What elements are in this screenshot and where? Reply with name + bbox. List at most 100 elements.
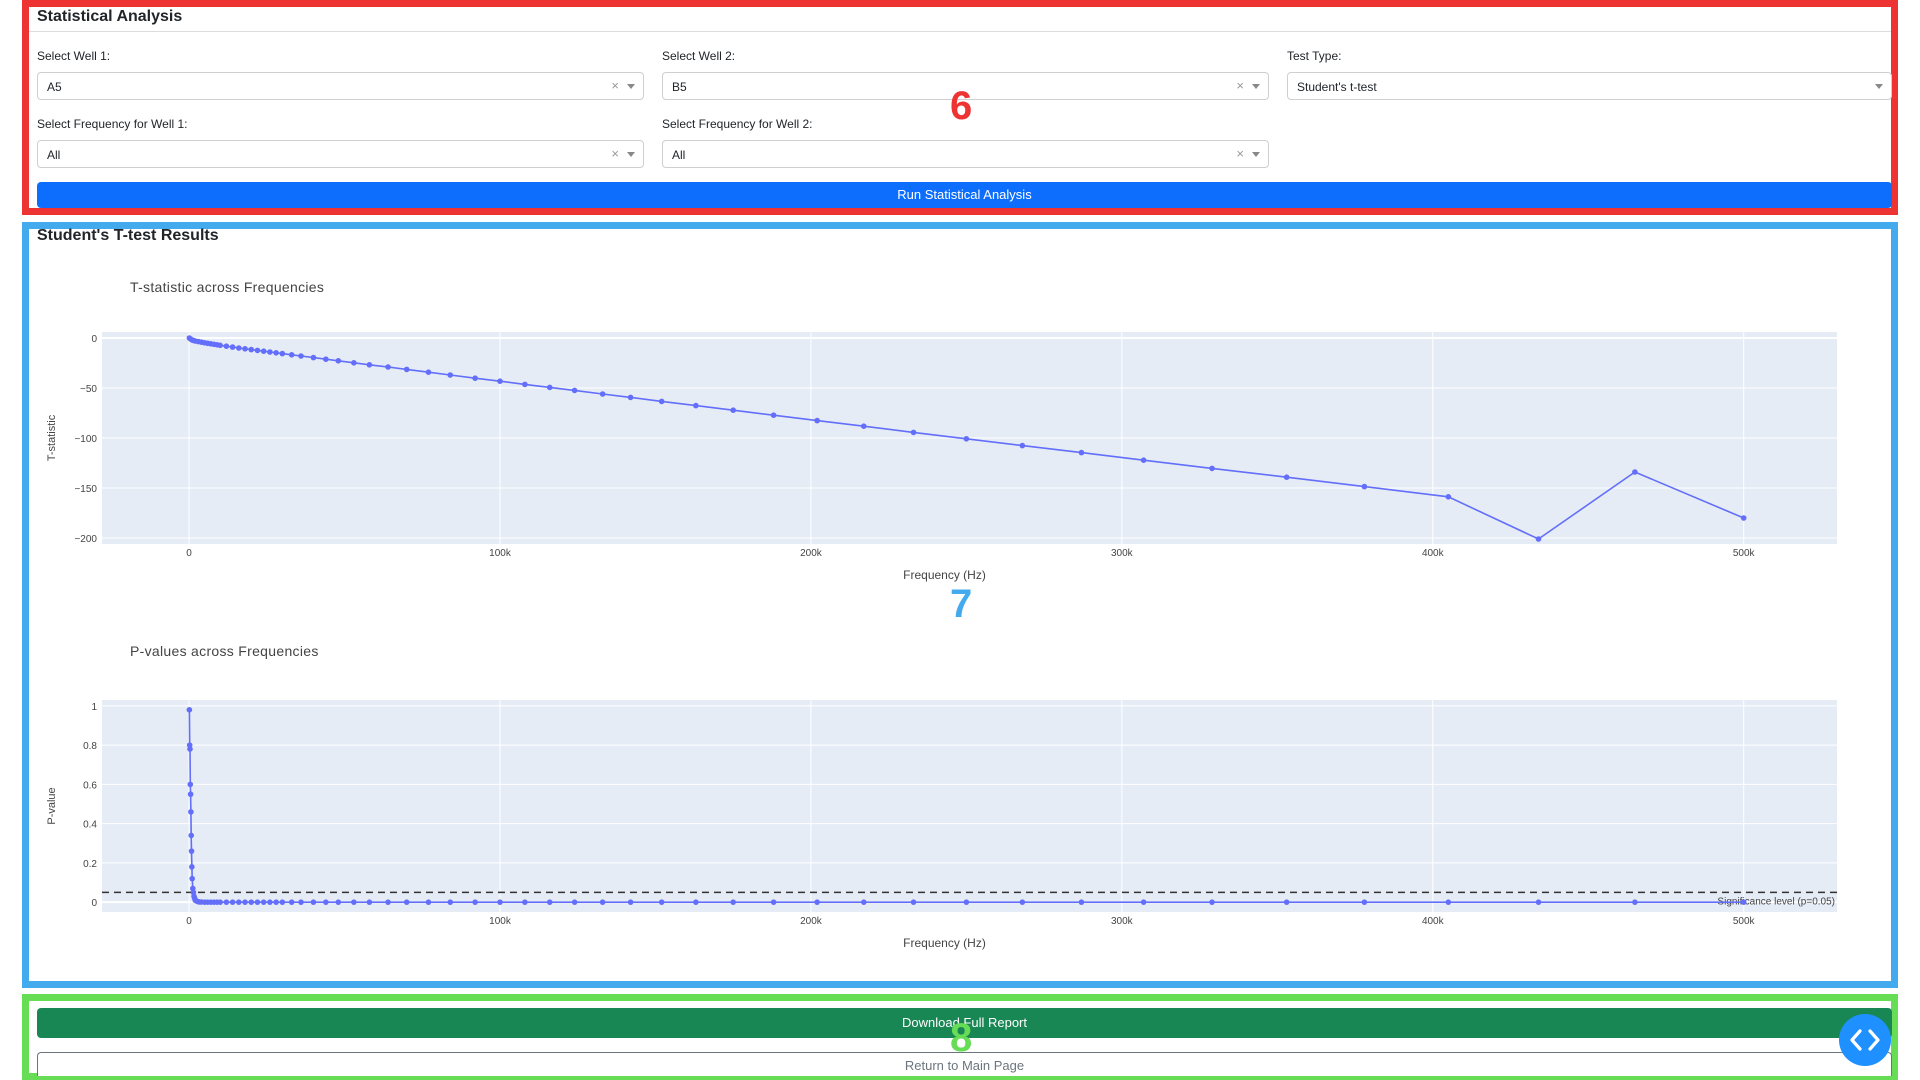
- test-type-label: Test Type:: [1287, 49, 1342, 63]
- tstat-data-point: [814, 417, 820, 424]
- pvalue-data-point: [522, 899, 528, 905]
- tstat-y-tick-label: −100: [74, 434, 97, 445]
- tstat-chart: 0 100k 200k 300k 400k 500k 0 −50 −100 −150 −200 Fre…: [46, 332, 1837, 582]
- tstat-x-tick-label: 500k: [1733, 548, 1756, 559]
- pvalue-data-point: [217, 899, 223, 905]
- pvalue-data-point: [1632, 899, 1638, 905]
- pvalue-data-point: [425, 899, 432, 905]
- tstat-y-axis-label: T-statistic: [46, 414, 58, 461]
- well2-label: Select Well 2:: [662, 49, 736, 63]
- pvalue-data-point: [248, 899, 255, 905]
- tstat-x-tick-label: 300k: [1111, 548, 1134, 559]
- tstat-data-point: [1361, 483, 1368, 490]
- tstat-data-point: [472, 375, 478, 381]
- tstat-data-point: [298, 353, 304, 359]
- tstat-data-point: [323, 356, 329, 362]
- tstat-data-point: [223, 343, 230, 349]
- well2-chevron-down-icon[interactable]: [1252, 84, 1260, 89]
- run-analysis-button[interactable]: Run Statistical Analysis: [37, 182, 1892, 208]
- tstat-data-point: [310, 354, 317, 361]
- tstat-data-point: [1209, 465, 1215, 472]
- pvalue-data-point: [335, 899, 342, 905]
- pvalue-data-point: [242, 899, 248, 905]
- pvalue-data-point: [385, 899, 391, 905]
- tstat-y-tick-label: −150: [74, 484, 97, 495]
- tstat-data-point: [366, 362, 373, 368]
- pvalue-data-point: [267, 899, 273, 905]
- tstat-data-point: [288, 352, 295, 358]
- tstat-data-point: [217, 342, 223, 349]
- freq2-clear-icon[interactable]: ×: [1236, 146, 1244, 161]
- tstat-data-point: [351, 360, 357, 366]
- tstat-x-tick-label: 0: [186, 548, 192, 559]
- tstat-data-point: [730, 407, 736, 413]
- tstat-y-tick-label: −50: [80, 384, 97, 395]
- pvalue-data-point: [189, 864, 195, 870]
- pvalue-data-point: [1740, 899, 1747, 905]
- tstat-data-point: [627, 394, 634, 401]
- pvalue-data-point: [189, 875, 195, 882]
- pvalue-data-point: [229, 899, 236, 905]
- pvalue-data-point: [187, 791, 194, 798]
- tstat-data-point: [267, 349, 273, 355]
- pvalue-x-tick-label: 400k: [1422, 916, 1445, 927]
- well2-clear-icon[interactable]: ×: [1236, 78, 1244, 93]
- tstat-x-tick-label: 400k: [1422, 548, 1445, 559]
- tstat-y-tick-label: −200: [74, 534, 97, 545]
- pvalue-data-point: [366, 899, 373, 905]
- pvalue-data-point: [288, 899, 295, 905]
- tstat-data-point: [910, 429, 917, 436]
- pvalue-x-tick-label: 100k: [489, 916, 512, 927]
- freq1-select[interactable]: All ×: [37, 140, 644, 168]
- pvalue-x-tick-label: 300k: [1111, 916, 1134, 927]
- pvalue-data-point: [627, 899, 634, 905]
- card-header-divider: [29, 31, 1891, 32]
- well2-select-value: B5: [672, 80, 687, 94]
- pvalue-data-point: [963, 899, 970, 905]
- pvalue-data-point: [188, 832, 195, 839]
- code-brackets-icon[interactable]: [1839, 1014, 1891, 1066]
- pvalue-data-point: [658, 899, 665, 905]
- pvalue-data-point: [571, 899, 578, 905]
- tstat-data-point: [1283, 474, 1290, 480]
- pvalue-data-point: [1283, 899, 1290, 905]
- pvalue-data-point: [403, 899, 410, 905]
- freq1-clear-icon[interactable]: ×: [611, 146, 619, 161]
- tstat-data-point: [279, 350, 286, 357]
- pvalue-data-point: [187, 746, 193, 752]
- pvalue-data-point: [1535, 899, 1542, 905]
- test-type-select[interactable]: Student's t-test: [1287, 72, 1892, 100]
- pvalue-chart: 0 100k 200k 300k 400k 500k00.20.40.60.81Signi…: [46, 700, 1837, 950]
- freq1-chevron-down-icon[interactable]: [627, 152, 635, 157]
- pvalue-y-tick-label: 0.6: [83, 780, 97, 791]
- test-type-chevron-down-icon[interactable]: [1875, 84, 1883, 89]
- tstat-x-axis-label: Frequency (Hz): [903, 568, 986, 582]
- tstat-y-tick-label: 0: [91, 334, 97, 345]
- pvalue-data-point: [323, 899, 329, 905]
- freq1-select-value: All: [47, 148, 61, 162]
- freq1-label: Select Frequency for Well 1:: [37, 117, 188, 131]
- pvalue-y-tick-label: 1: [91, 702, 97, 713]
- pvalue-data-point: [1140, 899, 1147, 905]
- pvalue-data-point: [236, 899, 242, 905]
- pvalue-data-point: [1209, 899, 1215, 905]
- well1-clear-icon[interactable]: ×: [611, 78, 619, 93]
- well1-select[interactable]: A5 ×: [37, 72, 644, 100]
- pvalue-x-tick-label: 500k: [1733, 916, 1756, 927]
- freq2-chevron-down-icon[interactable]: [1252, 152, 1260, 157]
- tstat-x-tick-label: 100k: [489, 548, 512, 559]
- pvalue-data-point: [1078, 899, 1085, 905]
- pvalue-data-point: [188, 809, 194, 815]
- pvalue-y-tick-label: 0.8: [83, 741, 97, 752]
- tstat-data-point: [236, 345, 242, 351]
- tstat-data-point: [273, 350, 279, 356]
- pvalue-data-point: [298, 899, 304, 905]
- pvalue-y-tick-label: 0.4: [83, 820, 97, 831]
- tstat-data-point: [335, 358, 342, 364]
- tstat-data-point: [522, 381, 528, 388]
- freq2-select[interactable]: All ×: [662, 140, 1269, 168]
- well1-chevron-down-icon[interactable]: [627, 84, 635, 89]
- pvalue-data-point: [1019, 899, 1026, 905]
- tstat-data-point: [963, 436, 970, 442]
- pvalue-data-point: [599, 899, 606, 905]
